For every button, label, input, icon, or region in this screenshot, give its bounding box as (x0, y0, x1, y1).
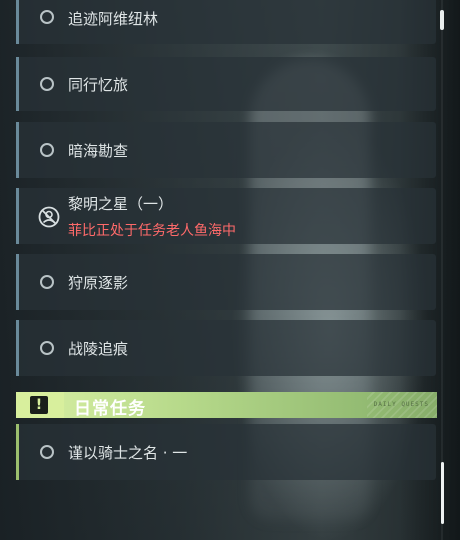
quest-accent-bar (16, 188, 19, 244)
quest-item[interactable]: 战陵追痕 (16, 320, 436, 376)
quest-name: 战陵追痕 (68, 340, 129, 358)
quest-accent-bar (16, 320, 19, 376)
quest-name: 谨以骑士之名 · 一 (68, 444, 188, 462)
quest-status-circle-icon (40, 77, 54, 91)
section-decoration-text: DAILY QUESTS (373, 401, 429, 408)
quest-accent-bar (16, 57, 19, 111)
quest-name: 追迹阿维纽林 (68, 10, 159, 28)
quest-accent-bar (16, 254, 19, 310)
quest-item-tracked[interactable]: 黎明之星（一） 菲比正处于任务老人鱼海中 (16, 188, 436, 244)
quest-status-circle-icon (40, 275, 54, 289)
scrollbar-track[interactable] (441, 0, 443, 540)
quest-status-circle-icon (40, 445, 54, 459)
daily-section-header[interactable]: ! 日常任务 DAILY QUESTS (16, 392, 437, 419)
quest-status-text: 菲比正处于任务老人鱼海中 (68, 223, 236, 239)
quest-name: 暗海勘查 (68, 142, 129, 160)
quest-accent-bar (16, 0, 19, 44)
quest-name: 同行忆旅 (68, 76, 129, 94)
quest-item[interactable]: 同行忆旅 (16, 57, 436, 111)
quest-status-circle-icon (40, 143, 54, 157)
quest-accent-bar (16, 424, 19, 480)
quest-name: 狩原逐影 (68, 274, 129, 292)
exclamation-icon: ! (30, 396, 48, 414)
section-title: 日常任务 (74, 399, 146, 419)
quest-status-circle-icon (40, 10, 54, 24)
no-person-icon (38, 206, 60, 228)
quest-item[interactable]: 暗海勘查 (16, 122, 436, 178)
quest-accent-bar (16, 122, 19, 178)
scrollbar-top-marker (440, 10, 444, 30)
scrollbar-thumb[interactable] (441, 462, 444, 524)
quest-status-circle-icon (40, 341, 54, 355)
daily-quest-item[interactable]: 谨以骑士之名 · 一 (16, 424, 436, 480)
section-icon-box: ! (16, 392, 64, 418)
quest-item[interactable]: 追迹阿维纽林 (16, 0, 436, 44)
quest-item[interactable]: 狩原逐影 (16, 254, 436, 310)
quest-name: 黎明之星（一） (68, 195, 174, 213)
